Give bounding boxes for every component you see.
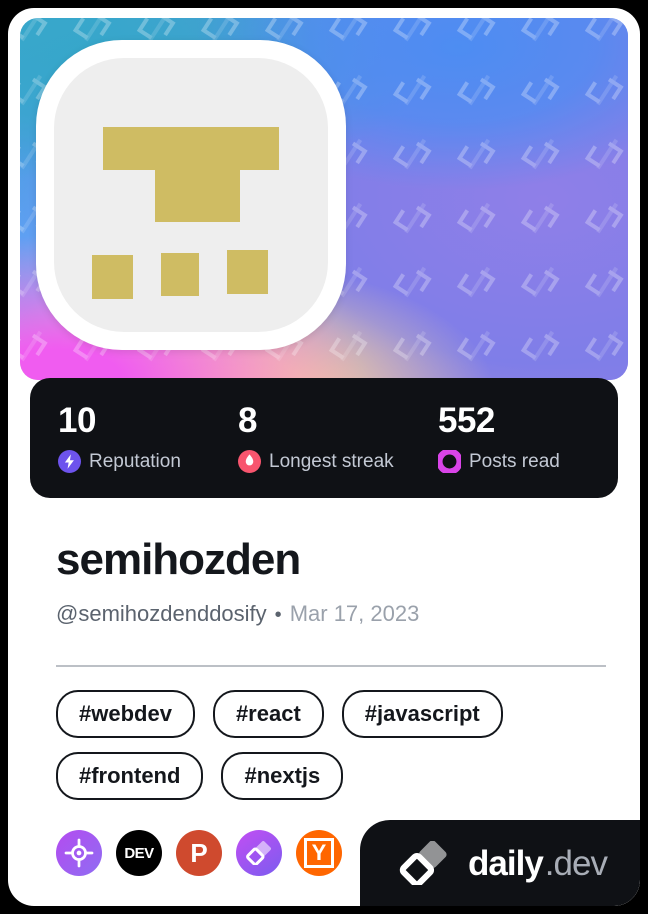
product-hunt-icon: P <box>190 838 208 868</box>
daily-dev-logo-icon <box>246 841 271 865</box>
avatar-image <box>54 58 328 332</box>
stat-longest-streak: 8 Longest streak <box>238 403 438 473</box>
daily-dev-badge: daily .dev <box>360 820 640 906</box>
stat-reputation-value: 10 <box>58 401 96 440</box>
tag-nextjs[interactable]: #nextjs <box>221 752 344 800</box>
source-product-hunt[interactable]: P <box>176 830 222 876</box>
stat-reputation-label: Reputation <box>89 451 181 472</box>
stat-posts-read: 552 Posts read <box>438 403 618 473</box>
avatar <box>36 40 346 350</box>
tag-webdev[interactable]: #webdev <box>56 690 195 738</box>
hacker-news-letter: Y <box>311 840 327 865</box>
crosshair-icon <box>64 838 94 868</box>
dev-badge-icon: DEV <box>124 844 154 862</box>
profile-handle: @semihozdenddosify <box>56 601 267 626</box>
tag-javascript[interactable]: #javascript <box>341 690 503 738</box>
source-list: DEV P Y <box>56 830 342 876</box>
brand-suffix: .dev <box>544 843 608 883</box>
stat-posts-read-label: Posts read <box>469 451 560 472</box>
avatar-pixel-foot-2 <box>160 252 200 297</box>
source-hacker-news[interactable]: Y <box>296 830 342 876</box>
source-dev-to[interactable]: DEV <box>116 830 162 876</box>
avatar-pixel-foot-1 <box>92 255 134 300</box>
stat-posts-read-value: 552 <box>438 401 495 440</box>
devcard: 10 Reputation 8 Longest streak 552 Posts… <box>8 8 640 906</box>
meta-separator: • <box>274 604 282 626</box>
stat-reputation: 10 Reputation <box>58 403 238 473</box>
lightning-bolt-icon <box>58 450 81 473</box>
ring-icon <box>438 450 461 473</box>
profile-joined-date: Mar 17, 2023 <box>289 601 420 626</box>
hacker-news-icon: Y <box>304 838 334 868</box>
source-daily-dev[interactable] <box>236 830 282 876</box>
avatar-pixel-stem <box>155 126 241 223</box>
page-title: semihozden <box>56 535 301 584</box>
source-codepen[interactable] <box>56 830 102 876</box>
stat-longest-streak-label: Longest streak <box>269 451 394 472</box>
divider <box>56 665 606 667</box>
brand-name: daily <box>468 843 544 883</box>
tag-frontend[interactable]: #frontend <box>56 752 204 800</box>
flame-icon <box>238 450 261 473</box>
profile-meta: @semihozdenddosify • Mar 17, 2023 <box>56 601 419 627</box>
avatar-pixel-foot-3 <box>226 249 268 294</box>
tag-list: #webdev #react #javascript #frontend #ne… <box>56 690 608 800</box>
stat-longest-streak-value: 8 <box>238 401 257 440</box>
tag-react[interactable]: #react <box>212 690 324 738</box>
stats-bar: 10 Reputation 8 Longest streak 552 Posts… <box>30 378 618 498</box>
daily-dev-logo-icon <box>399 841 447 885</box>
